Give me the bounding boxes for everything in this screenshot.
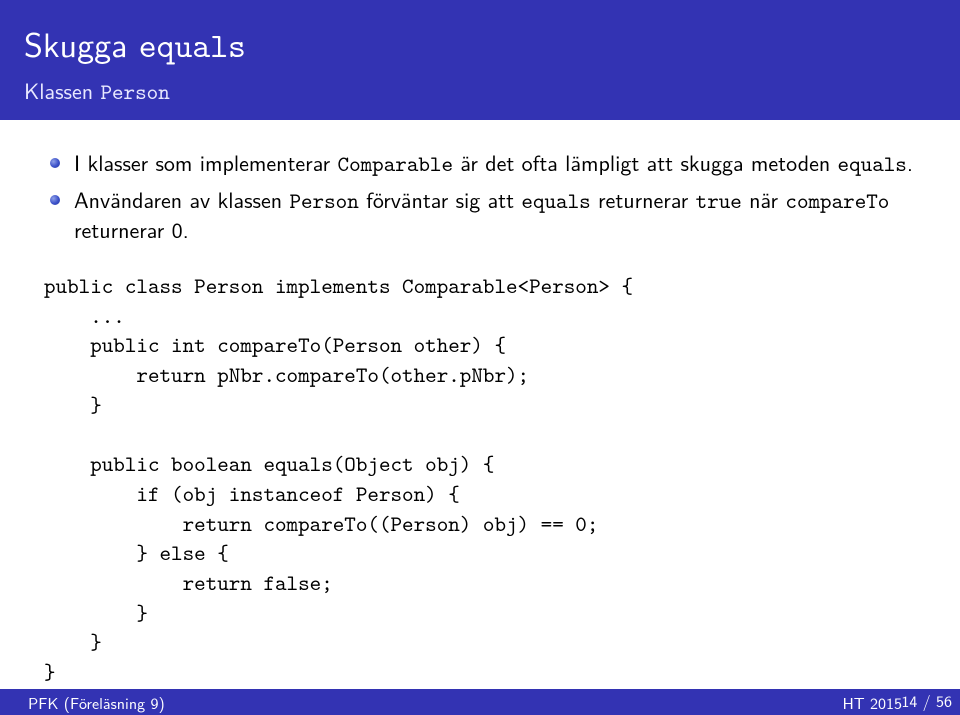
slide-header: Skugga equals Klassen Person	[0, 0, 960, 120]
text: förväntar sig att	[359, 183, 522, 215]
text: Användaren av klassen	[74, 183, 289, 215]
inline-code: Person	[289, 186, 358, 215]
inline-code: equals	[521, 186, 590, 215]
slide-subtitle: Klassen Person	[24, 74, 936, 106]
text: .	[907, 146, 913, 178]
code-block: public class Person implements Comparabl…	[44, 271, 916, 687]
text: returnerar	[591, 183, 696, 215]
bullet-list: I klasser som implementerar Comparable ä…	[44, 148, 916, 245]
page-number: 14 / 56	[901, 689, 952, 712]
slide-content: I klasser som implementerar Comparable ä…	[0, 120, 960, 697]
inline-code: compareTo	[785, 186, 889, 215]
slide-footer: PFK (Föreläsning 9) HT 2015 14 / 56	[0, 689, 960, 715]
slide-title: Skugga equals	[24, 18, 936, 68]
list-item: Användaren av klassen Person förväntar s…	[44, 185, 916, 245]
title-code: equals	[139, 22, 246, 68]
text: är det ofta lämpligt att skugga metoden	[453, 146, 838, 178]
text: när	[742, 183, 786, 215]
text: returnerar 0.	[74, 213, 189, 245]
list-item: I klasser som implementerar Comparable ä…	[44, 148, 916, 179]
title-text: Skugga	[24, 18, 139, 68]
inline-code: Comparable	[338, 149, 454, 178]
text: I klasser som implementerar	[74, 146, 338, 178]
footer-left: PFK (Föreläsning 9)	[28, 691, 842, 714]
inline-code: true	[696, 186, 742, 215]
subtitle-text: Klassen	[24, 74, 100, 106]
inline-code: equals	[838, 149, 907, 178]
subtitle-code: Person	[100, 77, 169, 106]
